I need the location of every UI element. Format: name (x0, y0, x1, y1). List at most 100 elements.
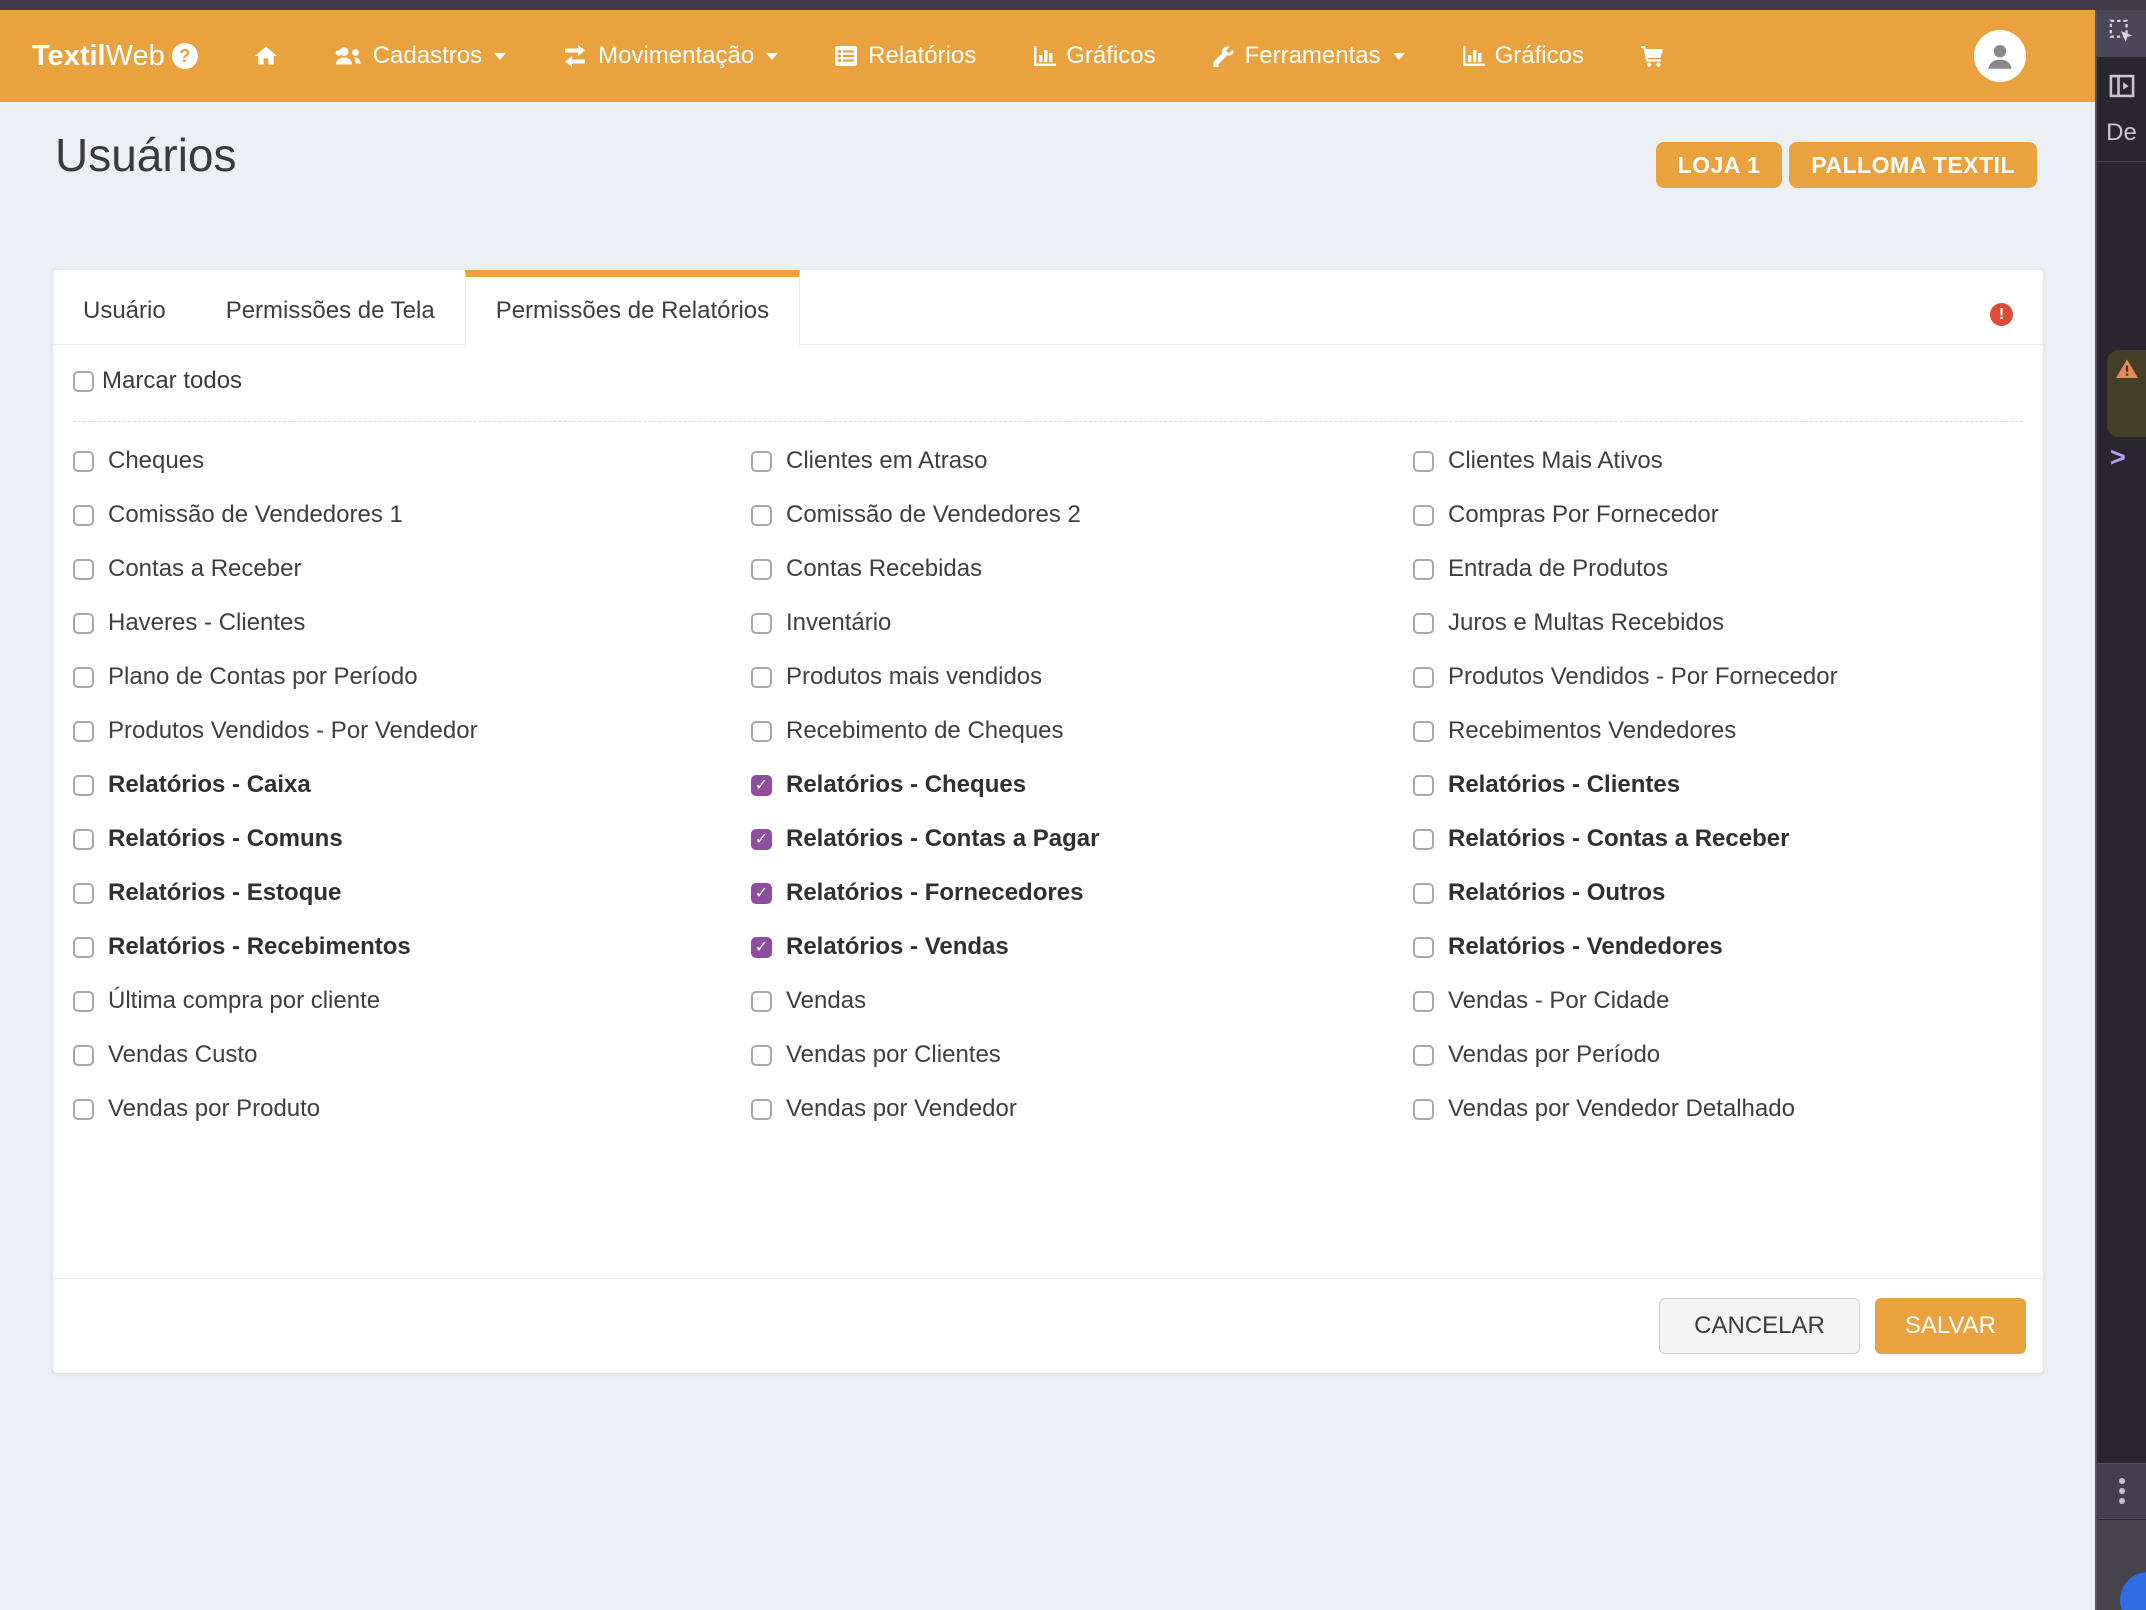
permission-item[interactable]: Vendas por Clientes (751, 1041, 1413, 1069)
permission-checkbox[interactable] (73, 937, 94, 958)
tab-permissoes-relatorios[interactable]: Permissões de Relatórios (465, 270, 800, 345)
permission-checkbox[interactable] (751, 613, 772, 634)
expand-chevron[interactable]: > (2110, 442, 2126, 473)
blue-badge-icon[interactable] (2120, 1572, 2146, 1610)
permission-item[interactable]: ✓Relatórios - Cheques (751, 771, 1413, 799)
permission-item[interactable]: Relatórios - Outros (1413, 879, 2023, 907)
permission-item[interactable]: ✓Relatórios - Fornecedores (751, 879, 1413, 907)
permission-item[interactable]: Relatórios - Clientes (1413, 771, 2023, 799)
permission-item[interactable]: Relatórios - Estoque (73, 879, 751, 907)
permission-item[interactable]: Produtos Vendidos - Por Vendedor (73, 717, 751, 745)
permission-item[interactable]: Contas a Receber (73, 555, 751, 583)
permission-checkbox[interactable] (73, 667, 94, 688)
permission-checkbox[interactable] (751, 505, 772, 526)
nav-home[interactable] (253, 44, 279, 68)
permission-item[interactable]: Plano de Contas por Período (73, 663, 751, 691)
permission-item[interactable]: Produtos Vendidos - Por Fornecedor (1413, 663, 2023, 691)
help-question-icon[interactable]: ? (172, 43, 198, 69)
permission-item[interactable]: Entrada de Produtos (1413, 555, 2023, 583)
permission-checkbox[interactable] (751, 991, 772, 1012)
permission-item[interactable]: Contas Recebidas (751, 555, 1413, 583)
permission-checkbox[interactable] (751, 1045, 772, 1066)
more-options-button[interactable] (2097, 1463, 2146, 1519)
permission-checkbox[interactable] (73, 991, 94, 1012)
permission-item[interactable]: Juros e Multas Recebidos (1413, 609, 2023, 637)
permission-checkbox[interactable] (1413, 991, 1434, 1012)
permission-item[interactable]: Clientes em Atraso (751, 447, 1413, 475)
permission-checkbox[interactable] (1413, 1099, 1434, 1120)
permission-checkbox[interactable] (1413, 829, 1434, 850)
nav-cadastros[interactable]: Cadastros (334, 42, 506, 70)
permission-item[interactable]: Haveres - Clientes (73, 609, 751, 637)
user-avatar-icon[interactable] (1974, 30, 2026, 82)
select-all-checkbox[interactable] (73, 371, 94, 392)
permission-checkbox[interactable] (751, 559, 772, 580)
toggle-panel-button[interactable] (2097, 65, 2146, 111)
permission-item[interactable]: Relatórios - Vendedores (1413, 933, 2023, 961)
nav-cart[interactable] (1639, 44, 1665, 68)
permission-checkbox[interactable] (1413, 451, 1434, 472)
nav-relatorios[interactable]: Relatórios (833, 42, 976, 70)
permission-checkbox[interactable] (1413, 559, 1434, 580)
permission-checkbox[interactable] (1413, 667, 1434, 688)
issues-panel-tab[interactable] (2107, 350, 2146, 437)
permission-item[interactable]: Relatórios - Comuns (73, 825, 751, 853)
permission-checkbox[interactable] (73, 829, 94, 850)
permission-item[interactable]: Vendas (751, 987, 1413, 1015)
store-button-loja1[interactable]: LOJA 1 (1656, 142, 1783, 188)
permission-item[interactable]: Recebimento de Cheques (751, 717, 1413, 745)
permission-item[interactable]: Cheques (73, 447, 751, 475)
permission-checkbox[interactable] (1413, 1045, 1434, 1066)
permission-item[interactable]: ✓Relatórios - Vendas (751, 933, 1413, 961)
permission-item[interactable]: Comissão de Vendedores 2 (751, 501, 1413, 529)
permission-checkbox[interactable] (73, 721, 94, 742)
permission-checkbox[interactable] (1413, 721, 1434, 742)
permission-checkbox[interactable]: ✓ (751, 775, 772, 796)
permission-checkbox[interactable] (73, 505, 94, 526)
permission-checkbox[interactable] (1413, 505, 1434, 526)
permission-checkbox[interactable]: ✓ (751, 937, 772, 958)
permission-item[interactable]: Produtos mais vendidos (751, 663, 1413, 691)
permission-item[interactable]: Vendas por Vendedor Detalhado (1413, 1095, 2023, 1123)
permission-checkbox[interactable] (73, 1099, 94, 1120)
permission-item[interactable]: Clientes Mais Ativos (1413, 447, 2023, 475)
permission-checkbox[interactable] (73, 883, 94, 904)
permission-checkbox[interactable] (73, 1045, 94, 1066)
permission-checkbox[interactable] (1413, 937, 1434, 958)
permission-checkbox[interactable] (1413, 883, 1434, 904)
permission-checkbox[interactable] (73, 613, 94, 634)
permission-checkbox[interactable] (1413, 613, 1434, 634)
permission-checkbox[interactable] (751, 667, 772, 688)
save-button[interactable]: SALVAR (1875, 1298, 2026, 1354)
brand-logo[interactable]: Textil Web ? (32, 40, 198, 73)
permission-item[interactable]: Comissão de Vendedores 1 (73, 501, 751, 529)
permission-checkbox[interactable] (73, 559, 94, 580)
permission-checkbox[interactable] (73, 451, 94, 472)
permission-item[interactable]: ✓Relatórios - Contas a Pagar (751, 825, 1413, 853)
permission-checkbox[interactable] (73, 775, 94, 796)
nav-ferramentas[interactable]: Ferramentas (1211, 42, 1405, 70)
permission-checkbox[interactable] (751, 1099, 772, 1120)
permission-item[interactable]: Vendas por Período (1413, 1041, 2023, 1069)
permission-checkbox[interactable] (1413, 775, 1434, 796)
select-all-row[interactable]: Marcar todos (73, 345, 2023, 422)
store-button-company[interactable]: PALLOMA TEXTIL (1789, 142, 2037, 188)
permission-item[interactable]: Vendas por Vendedor (751, 1095, 1413, 1123)
permission-checkbox[interactable]: ✓ (751, 883, 772, 904)
permission-item[interactable]: Vendas por Produto (73, 1095, 751, 1123)
cancel-button[interactable]: CANCELAR (1659, 1298, 1860, 1354)
tab-usuario[interactable]: Usuário (53, 270, 196, 344)
user-menu[interactable] (1974, 30, 2026, 82)
permission-item[interactable]: Relatórios - Contas a Receber (1413, 825, 2023, 853)
tab-permissoes-tela[interactable]: Permissões de Tela (196, 270, 465, 344)
nav-graficos-2[interactable]: Gráficos (1460, 42, 1584, 70)
permission-checkbox[interactable]: ✓ (751, 829, 772, 850)
permission-item[interactable]: Relatórios - Caixa (73, 771, 751, 799)
permission-item[interactable]: Vendas Custo (73, 1041, 751, 1069)
permission-item[interactable]: Inventário (751, 609, 1413, 637)
permission-item[interactable]: Última compra por cliente (73, 987, 751, 1015)
nav-movimentacao[interactable]: Movimentação (561, 42, 778, 70)
permission-item[interactable]: Compras Por Fornecedor (1413, 501, 2023, 529)
permission-item[interactable]: Vendas - Por Cidade (1413, 987, 2023, 1015)
nav-graficos-1[interactable]: Gráficos (1031, 42, 1155, 70)
